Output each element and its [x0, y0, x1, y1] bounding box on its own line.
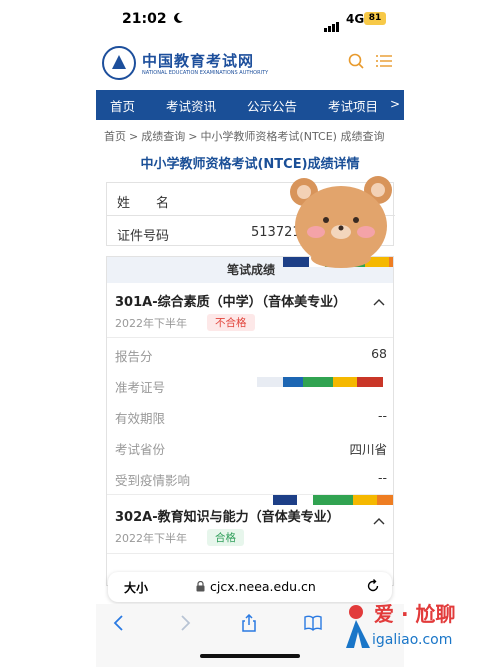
- id-label: 证件号码: [117, 229, 170, 244]
- subject-term: 2022年下半年: [115, 532, 187, 545]
- field-value: --: [377, 470, 387, 485]
- watermark-title: 爱 · 尬聊: [374, 602, 456, 626]
- redaction-strip: [257, 377, 383, 387]
- subject-title[interactable]: 302A-教育知识与能力（音体美专业）: [115, 506, 340, 525]
- watermark-url: igaliao.com: [372, 632, 453, 648]
- back-icon[interactable]: [110, 614, 128, 632]
- nav-more-button[interactable]: >: [390, 97, 400, 111]
- chevron-up-icon[interactable]: [373, 517, 385, 525]
- divider: [107, 553, 393, 554]
- bear-sticker-image: [290, 176, 392, 268]
- name-label: 姓 名: [117, 196, 170, 211]
- phone-screen: 21:02 4G 81 中国教育考试网 NATIONAL EDUCATION E…: [96, 0, 404, 667]
- field-value: 四川省: [349, 442, 387, 457]
- neea-logo-icon[interactable]: [102, 46, 136, 80]
- field-value: --: [377, 408, 387, 423]
- status-badge-fail: 不合格: [207, 314, 255, 331]
- watermark-logo-icon: [346, 605, 370, 648]
- redaction-strip: [273, 495, 393, 505]
- main-nav: 首页 考试资讯 公示公告 考试项目 >: [96, 90, 404, 120]
- text-size-button[interactable]: 大小: [124, 579, 148, 596]
- field-label: 有效期限: [115, 411, 166, 426]
- written-exam-card: 笔试成绩 301A-综合素质（中学）（音体美专业） 2022年下半年 不合格 报…: [106, 256, 394, 586]
- status-badge-pass: 合格: [207, 529, 244, 546]
- forward-icon[interactable]: [176, 614, 194, 632]
- battery-icon: 81: [364, 12, 386, 25]
- breadcrumb-home[interactable]: 首页: [104, 130, 126, 143]
- menu-icon[interactable]: [376, 54, 392, 68]
- moon-icon: [174, 12, 183, 23]
- breadcrumb-score-query[interactable]: 成绩查询: [141, 130, 185, 143]
- field-row-province: 考试省份 四川省: [107, 432, 393, 463]
- share-icon[interactable]: [240, 614, 258, 632]
- home-indicator: [200, 654, 300, 658]
- search-icon[interactable]: [348, 53, 364, 69]
- nav-item-home[interactable]: 首页: [96, 96, 151, 115]
- field-value: 68: [371, 346, 387, 361]
- field-row-covid: 受到疫情影响 --: [107, 463, 393, 494]
- divider: [107, 337, 393, 338]
- status-bar: 21:02 4G 81: [96, 0, 404, 38]
- breadcrumb-ntce[interactable]: 中小学教师资格考试(NTCE) 成绩查询: [200, 130, 384, 143]
- status-time: 21:02: [122, 11, 167, 27]
- site-header: 中国教育考试网 NATIONAL EDUCATION EXAMINATIONS …: [96, 38, 404, 90]
- chevron-up-icon[interactable]: [373, 298, 385, 306]
- nav-item-exams[interactable]: 考试项目: [313, 96, 394, 115]
- reload-icon[interactable]: [366, 579, 380, 593]
- field-label: 考试省份: [115, 442, 166, 457]
- bookmarks-icon[interactable]: [304, 614, 322, 632]
- field-label: 报告分: [115, 349, 153, 364]
- watermark: 爱 · 尬聊 igaliao.com: [338, 596, 498, 662]
- url-text[interactable]: cjcx.neea.edu.cn: [210, 579, 316, 594]
- subject-term: 2022年下半年: [115, 317, 187, 330]
- signal-icon: [324, 13, 340, 32]
- nav-item-notices[interactable]: 公示公告: [232, 96, 313, 115]
- nav-item-news[interactable]: 考试资讯: [151, 96, 232, 115]
- field-label: 准考证号: [115, 380, 166, 395]
- field-label: 受到疫情影响: [115, 473, 191, 488]
- breadcrumb: 首页 > 成绩查询 > 中小学教师资格考试(NTCE) 成绩查询: [104, 130, 385, 143]
- field-row-validity: 有效期限 --: [107, 401, 393, 432]
- site-subtitle: NATIONAL EDUCATION EXAMINATIONS AUTHORIT…: [142, 70, 269, 76]
- subject-title[interactable]: 301A-综合素质（中学）（音体美专业）: [115, 291, 346, 310]
- site-name[interactable]: 中国教育考试网: [142, 50, 254, 71]
- lock-icon: [196, 581, 205, 592]
- network-label: 4G: [346, 12, 365, 26]
- field-row-report-score: 报告分 68: [107, 339, 393, 370]
